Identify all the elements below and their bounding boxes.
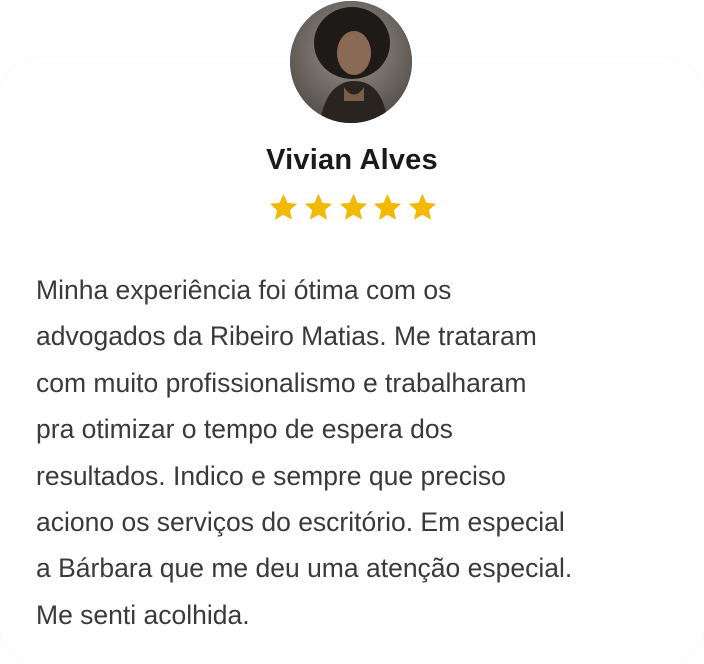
review-line: com muito profissionalismo e trabalharam xyxy=(36,367,527,398)
review-line: resultados. Indico e sempre que preciso xyxy=(36,460,506,491)
review-line: advogados da Ribeiro Matias. Me trataram xyxy=(36,321,537,352)
star-icon xyxy=(304,193,332,220)
star-icon xyxy=(374,193,402,220)
reviewer-name: Vivian Alves xyxy=(266,144,438,176)
star-icon xyxy=(339,193,367,220)
review-text: Minha experiência foi ótima com os advog… xyxy=(36,267,686,638)
star-icon xyxy=(408,193,437,220)
review-line: Minha experiência foi ótima com os xyxy=(36,275,452,305)
review-line: Me senti acolhida. xyxy=(36,599,250,630)
review-line: aciono os serviços do escritório. Em esp… xyxy=(36,507,565,538)
reviewer-avatar xyxy=(290,1,412,123)
review-line: a Bárbara que me deu uma atenção especia… xyxy=(36,553,573,584)
review-line: pra otimizar o tempo de espera dos xyxy=(36,414,453,445)
star-rating xyxy=(268,192,438,224)
star-icon xyxy=(269,193,298,220)
reviewer-photo-icon xyxy=(290,1,412,123)
